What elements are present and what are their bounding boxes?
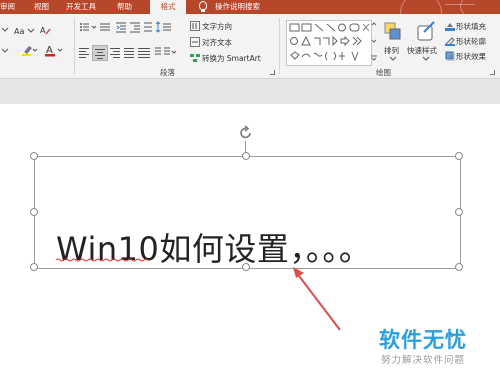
- tell-me-search[interactable]: 操作说明搜索: [215, 0, 260, 14]
- rotate-handle-icon[interactable]: [238, 125, 254, 141]
- highlight-color-button[interactable]: [21, 43, 38, 57]
- shape-fill-button[interactable]: 形状填充: [456, 21, 486, 32]
- resize-handle-top-right[interactable]: [455, 152, 463, 160]
- resize-handle-bottom-left[interactable]: [30, 263, 38, 271]
- tab-help[interactable]: 帮助: [117, 0, 132, 14]
- slide-area-background: [0, 79, 500, 104]
- lightbulb-icon: [199, 1, 207, 12]
- svg-text:Aa: Aa: [14, 27, 24, 35]
- clear-formatting-icon[interactable]: A: [40, 25, 62, 35]
- ribbon-separator: [74, 18, 75, 74]
- tab-format[interactable]: 格式: [150, 0, 186, 14]
- text-direction-icon: [190, 21, 200, 31]
- indent-buttons[interactable]: [116, 21, 154, 33]
- font-color-button[interactable]: A: [45, 43, 65, 57]
- columns-button[interactable]: [154, 45, 177, 59]
- quick-styles-dropdown-icon[interactable]: [422, 55, 430, 61]
- shape-outline-button[interactable]: 形状轮廓: [456, 36, 486, 47]
- resize-handle-top-left[interactable]: [30, 152, 38, 160]
- font-size-dropdown[interactable]: [0, 26, 12, 34]
- drawing-launcher-icon[interactable]: [490, 70, 495, 75]
- watermark-title: 软件无忧: [379, 328, 467, 352]
- arrange-icon: [384, 22, 402, 42]
- svg-text:A: A: [40, 26, 46, 35]
- ribbon: Aa A A 文字方向 对齐文本 转换为 SmartArt 段落 排列 快速样式…: [0, 14, 500, 79]
- justify-icon[interactable]: [124, 47, 134, 58]
- distributed-icon[interactable]: [138, 47, 150, 58]
- align-text-icon: [190, 37, 200, 47]
- paragraph-group-label: 段落: [160, 68, 175, 77]
- tab-review[interactable]: 审阅: [0, 0, 15, 14]
- ribbon-separator: [279, 18, 280, 74]
- line-spacing-button[interactable]: [155, 21, 176, 33]
- watermark-subtitle: 努力解决软件问题: [381, 355, 466, 366]
- annotation-arrow: [293, 267, 341, 331]
- shape-effects-icon: [445, 51, 456, 62]
- bullets-button[interactable]: [78, 21, 114, 33]
- shape-fill-icon: [445, 21, 455, 31]
- align-left-icon[interactable]: [79, 47, 89, 58]
- resize-handle-right[interactable]: [455, 208, 463, 216]
- char-spacing-dropdown[interactable]: [0, 45, 14, 57]
- align-right-icon[interactable]: [110, 47, 120, 58]
- shape-outline-icon: [445, 36, 455, 47]
- title-decoration: [390, 0, 500, 14]
- spellcheck-underline: [56, 258, 149, 262]
- smartart-icon: [190, 53, 200, 63]
- quick-styles-icon: [416, 20, 436, 42]
- shapes-scroll[interactable]: [370, 20, 378, 64]
- shape-effects-button[interactable]: 形状效果: [456, 51, 486, 62]
- ribbon-tab-bar: 审阅 视图 开发工具 帮助 格式 操作说明搜索: [0, 0, 500, 14]
- text-direction-button[interactable]: 文字方向: [202, 21, 232, 32]
- tab-developer[interactable]: 开发工具: [66, 0, 96, 14]
- drawing-group-label: 绘图: [376, 68, 391, 77]
- shapes-gallery[interactable]: [286, 20, 372, 66]
- resize-handle-bottom-right[interactable]: [455, 263, 463, 271]
- resize-handle-top[interactable]: [242, 152, 250, 160]
- paragraph-launcher-icon[interactable]: [270, 70, 275, 75]
- change-case-button[interactable]: Aa: [14, 26, 36, 36]
- arrange-dropdown-icon[interactable]: [389, 55, 397, 61]
- align-text-button[interactable]: 对齐文本: [202, 37, 232, 48]
- align-center-icon[interactable]: [92, 45, 108, 61]
- tab-view[interactable]: 视图: [34, 0, 49, 14]
- resize-handle-left[interactable]: [30, 208, 38, 216]
- convert-smartart-button[interactable]: 转换为 SmartArt: [202, 53, 261, 64]
